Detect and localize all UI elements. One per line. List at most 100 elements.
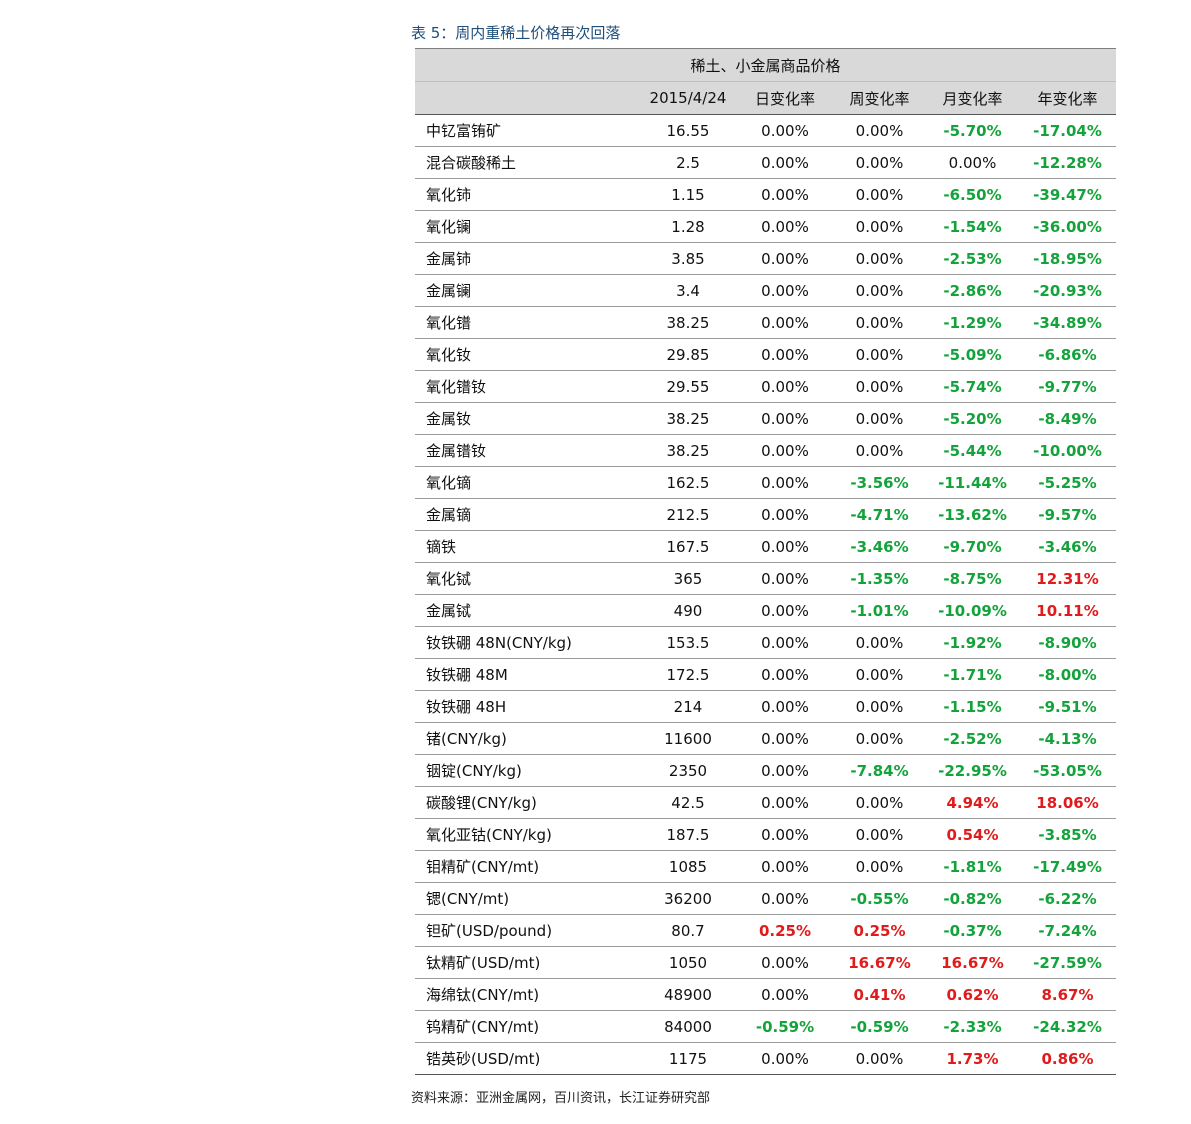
yearly-change-cell: -6.86% (1019, 338, 1117, 371)
yearly-change-cell: -3.46% (1019, 530, 1117, 563)
weekly-change-cell: 16.67% (833, 946, 926, 979)
monthly-change-cell: -5.70% (926, 114, 1019, 147)
table-row: 锗(CNY/kg) 11600 0.00% 0.00% -2.52% -4.13% (415, 722, 1117, 755)
price-cell: 38.25 (639, 402, 737, 435)
monthly-change-cell: -1.71% (926, 658, 1019, 691)
commodity-name-cell: 金属镨钕 (415, 434, 639, 467)
price-cell: 153.5 (639, 626, 737, 659)
table-row: 海绵钛(CNY/mt) 48900 0.00% 0.41% 0.62% 8.67% (415, 978, 1117, 1011)
price-cell: 36200 (639, 882, 737, 915)
commodity-name-cell: 金属铈 (415, 242, 639, 275)
commodity-name-cell: 锗(CNY/kg) (415, 722, 639, 755)
yearly-change-cell: -39.47% (1019, 178, 1117, 211)
price-cell: 1.28 (639, 210, 737, 243)
table-row: 金属钕 38.25 0.00% 0.00% -5.20% -8.49% (415, 402, 1117, 435)
monthly-change-cell: 16.67% (926, 946, 1019, 979)
commodity-name-cell: 金属铽 (415, 594, 639, 627)
yearly-change-cell: -53.05% (1019, 754, 1117, 787)
price-cell: 38.25 (639, 434, 737, 467)
daily-change-cell: 0.00% (737, 370, 833, 403)
column-header-price: 2015/4/24 (639, 81, 737, 115)
table-row: 氧化镨 38.25 0.00% 0.00% -1.29% -34.89% (415, 306, 1117, 339)
price-cell: 16.55 (639, 114, 737, 147)
table-row: 锆英砂(USD/mt) 1175 0.00% 0.00% 1.73% 0.86% (415, 1042, 1117, 1075)
commodity-name-cell: 钕铁硼 48N(CNY/kg) (415, 626, 639, 659)
price-cell: 1085 (639, 850, 737, 883)
daily-change-cell: 0.00% (737, 274, 833, 307)
daily-change-cell: 0.00% (737, 146, 833, 179)
weekly-change-cell: -0.59% (833, 1010, 926, 1043)
table-row: 钛精矿(USD/mt) 1050 0.00% 16.67% 16.67% -27.59% (415, 946, 1117, 979)
weekly-change-cell: 0.00% (833, 370, 926, 403)
weekly-change-cell: 0.00% (833, 658, 926, 691)
commodity-name-cell: 氧化镧 (415, 210, 639, 243)
daily-change-cell: 0.00% (737, 722, 833, 755)
commodity-name-cell: 钨精矿(CNY/mt) (415, 1010, 639, 1043)
weekly-change-cell: 0.00% (833, 114, 926, 147)
price-cell: 214 (639, 690, 737, 723)
daily-change-cell: 0.00% (737, 818, 833, 851)
table-row: 金属镝 212.5 0.00% -4.71% -13.62% -9.57% (415, 498, 1117, 531)
commodity-name-cell: 金属镝 (415, 498, 639, 531)
weekly-change-cell: -4.71% (833, 498, 926, 531)
commodity-name-cell: 氧化镝 (415, 466, 639, 499)
daily-change-cell: 0.00% (737, 594, 833, 627)
commodity-name-cell: 钕铁硼 48M (415, 658, 639, 691)
daily-change-cell: 0.25% (737, 914, 833, 947)
commodity-name-cell: 钼精矿(CNY/mt) (415, 850, 639, 883)
daily-change-cell: 0.00% (737, 690, 833, 723)
commodity-name-cell: 金属镧 (415, 274, 639, 307)
weekly-change-cell: -3.56% (833, 466, 926, 499)
commodity-name-cell: 金属钕 (415, 402, 639, 435)
yearly-change-cell: -8.00% (1019, 658, 1117, 691)
weekly-change-cell: 0.00% (833, 690, 926, 723)
table-row: 钨精矿(CNY/mt) 84000 -0.59% -0.59% -2.33% -24.32… (415, 1010, 1117, 1043)
daily-change-cell: 0.00% (737, 114, 833, 147)
yearly-change-cell: -18.95% (1019, 242, 1117, 275)
commodity-name-cell: 氧化镨 (415, 306, 639, 339)
monthly-change-cell: 0.62% (926, 978, 1019, 1011)
price-cell: 162.5 (639, 466, 737, 499)
weekly-change-cell: -0.55% (833, 882, 926, 915)
column-header-weekly-change: 周变化率 (833, 81, 926, 115)
monthly-change-cell: -1.29% (926, 306, 1019, 339)
table-row: 氧化亚钴(CNY/kg) 187.5 0.00% 0.00% 0.54% -3.85% (415, 818, 1117, 851)
monthly-change-cell: -5.44% (926, 434, 1019, 467)
weekly-change-cell: -7.84% (833, 754, 926, 787)
price-cell: 2.5 (639, 146, 737, 179)
monthly-change-cell: -0.37% (926, 914, 1019, 947)
yearly-change-cell: -9.57% (1019, 498, 1117, 531)
monthly-change-cell: -2.86% (926, 274, 1019, 307)
column-header-monthly-change: 月变化率 (926, 81, 1019, 115)
yearly-change-cell: 0.86% (1019, 1042, 1117, 1075)
weekly-change-cell: 0.41% (833, 978, 926, 1011)
monthly-change-cell: -6.50% (926, 178, 1019, 211)
weekly-change-cell: 0.00% (833, 178, 926, 211)
commodity-name-cell: 镝铁 (415, 530, 639, 563)
weekly-change-cell: 0.00% (833, 850, 926, 883)
price-table: 稀土、小金属商品价格 2015/4/24 日变化率 周变化率 月变化率 年变化率… (415, 48, 1117, 1075)
commodity-name-cell: 氧化铽 (415, 562, 639, 595)
monthly-change-cell: -1.81% (926, 850, 1019, 883)
weekly-change-cell: 0.00% (833, 786, 926, 819)
yearly-change-cell: -36.00% (1019, 210, 1117, 243)
yearly-change-cell: -34.89% (1019, 306, 1117, 339)
commodity-name-cell: 铟锭(CNY/kg) (415, 754, 639, 787)
table-group-header: 稀土、小金属商品价格 (415, 48, 1117, 82)
monthly-change-cell: -5.09% (926, 338, 1019, 371)
yearly-change-cell: -20.93% (1019, 274, 1117, 307)
weekly-change-cell: 0.00% (833, 722, 926, 755)
yearly-change-cell: -17.04% (1019, 114, 1117, 147)
weekly-change-cell: 0.00% (833, 338, 926, 371)
daily-change-cell: 0.00% (737, 754, 833, 787)
yearly-change-cell: -4.13% (1019, 722, 1117, 755)
source-note: 资料来源：亚洲金属网，百川资讯，长江证券研究部 (411, 1091, 711, 1106)
table-row: 氧化镧 1.28 0.00% 0.00% -1.54% -36.00% (415, 210, 1117, 243)
table-row: 金属铽 490 0.00% -1.01% -10.09% 10.11% (415, 594, 1117, 627)
table-caption: 表 5：周内重稀土价格再次回落 (411, 24, 621, 42)
table-row: 中钇富铕矿 16.55 0.00% 0.00% -5.70% -17.04% (415, 114, 1117, 147)
monthly-change-cell: 0.54% (926, 818, 1019, 851)
daily-change-cell: -0.59% (737, 1010, 833, 1043)
weekly-change-cell: 0.00% (833, 210, 926, 243)
monthly-change-cell: -2.33% (926, 1010, 1019, 1043)
